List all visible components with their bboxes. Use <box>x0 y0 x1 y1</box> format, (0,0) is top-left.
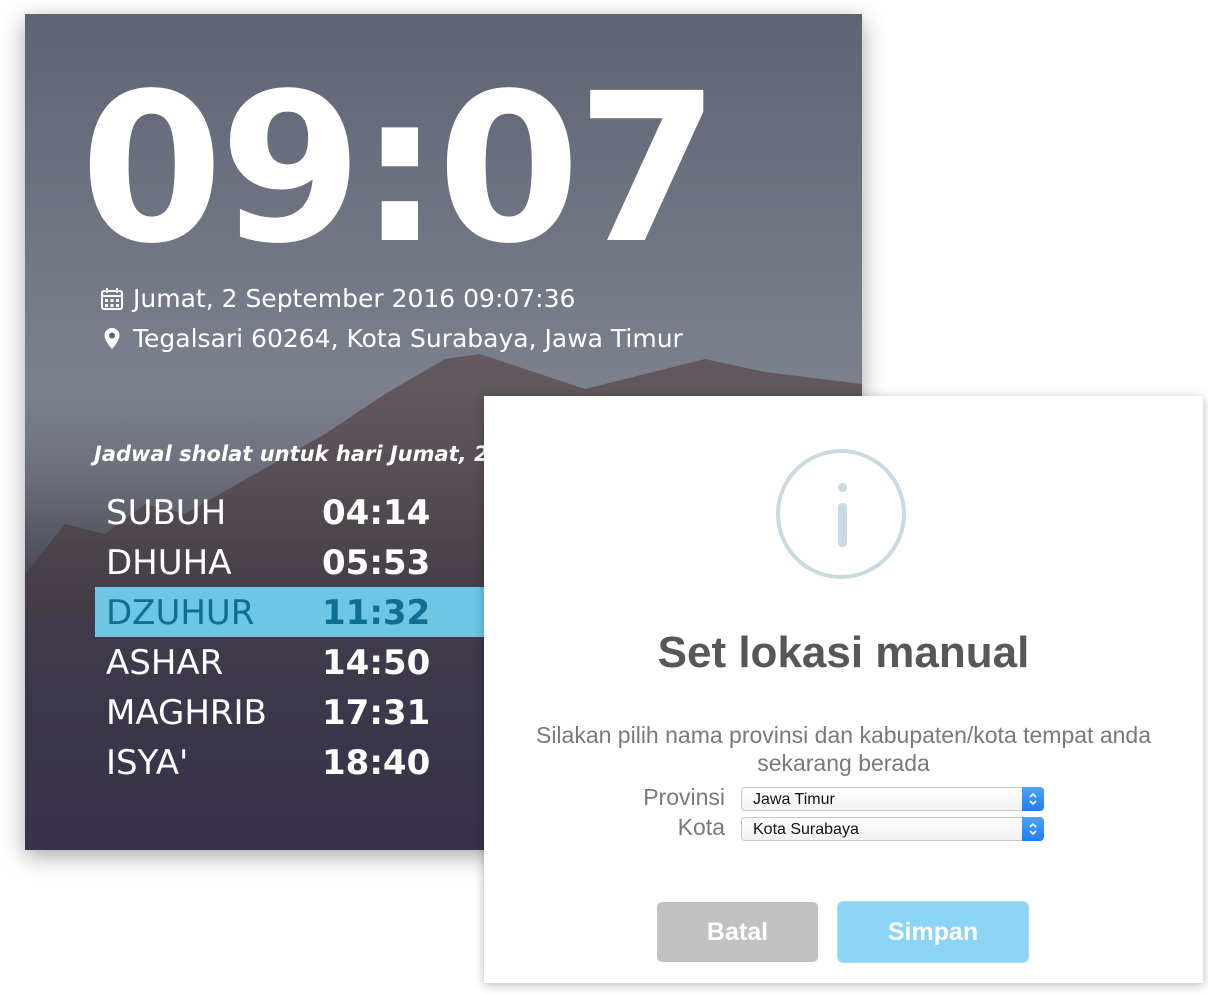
dialog-title: Set lokasi manual <box>657 628 1030 677</box>
map-marker-icon <box>99 326 125 352</box>
kota-select[interactable]: Kota Surabaya <box>741 817 1044 841</box>
updown-chevron-icon[interactable] <box>1022 787 1044 811</box>
prayer-time: 04:14 <box>322 493 431 533</box>
prayer-time: 18:40 <box>322 743 431 783</box>
prayer-name: SUBUH <box>106 493 227 533</box>
prayer-time: 05:53 <box>322 543 431 583</box>
prayer-time: 17:31 <box>322 693 431 733</box>
calendar-icon <box>99 286 125 312</box>
updown-chevron-icon[interactable] <box>1022 817 1044 841</box>
prayer-name: ASHAR <box>106 643 224 683</box>
info-icon-dot <box>838 483 847 492</box>
cancel-button[interactable]: Batal <box>657 902 818 962</box>
prayer-name: DHUHA <box>106 543 232 583</box>
date-row: Jumat, 2 September 2016 09:07:36 <box>99 284 575 313</box>
provinsi-label: Provinsi <box>643 784 725 810</box>
prayer-name: ISYA' <box>106 743 189 783</box>
set-location-dialog: Set lokasi manual Silakan pilih nama pro… <box>484 396 1203 983</box>
prayer-name: DZUHUR <box>106 593 255 633</box>
kota-selected-value: Kota Surabaya <box>753 821 859 838</box>
kota-label: Kota <box>677 814 725 840</box>
provinsi-select[interactable]: Jawa Timur <box>741 787 1044 811</box>
prayer-time: 14:50 <box>322 643 431 683</box>
info-icon <box>776 449 906 579</box>
provinsi-selected-value: Jawa Timur <box>753 791 835 808</box>
save-button[interactable]: Simpan <box>838 902 1028 962</box>
location-row: Tegalsari 60264, Kota Surabaya, Jawa Tim… <box>99 324 683 353</box>
current-location: Tegalsari 60264, Kota Surabaya, Jawa Tim… <box>133 324 683 353</box>
dialog-message: Silakan pilih nama provinsi dan kabupate… <box>535 722 1151 776</box>
current-date-time: Jumat, 2 September 2016 09:07:36 <box>133 284 576 313</box>
info-icon-bar <box>838 503 847 547</box>
clock-time: 09:07 <box>80 49 720 289</box>
prayer-name: MAGHRIB <box>106 693 267 733</box>
prayer-time: 11:32 <box>322 593 431 633</box>
